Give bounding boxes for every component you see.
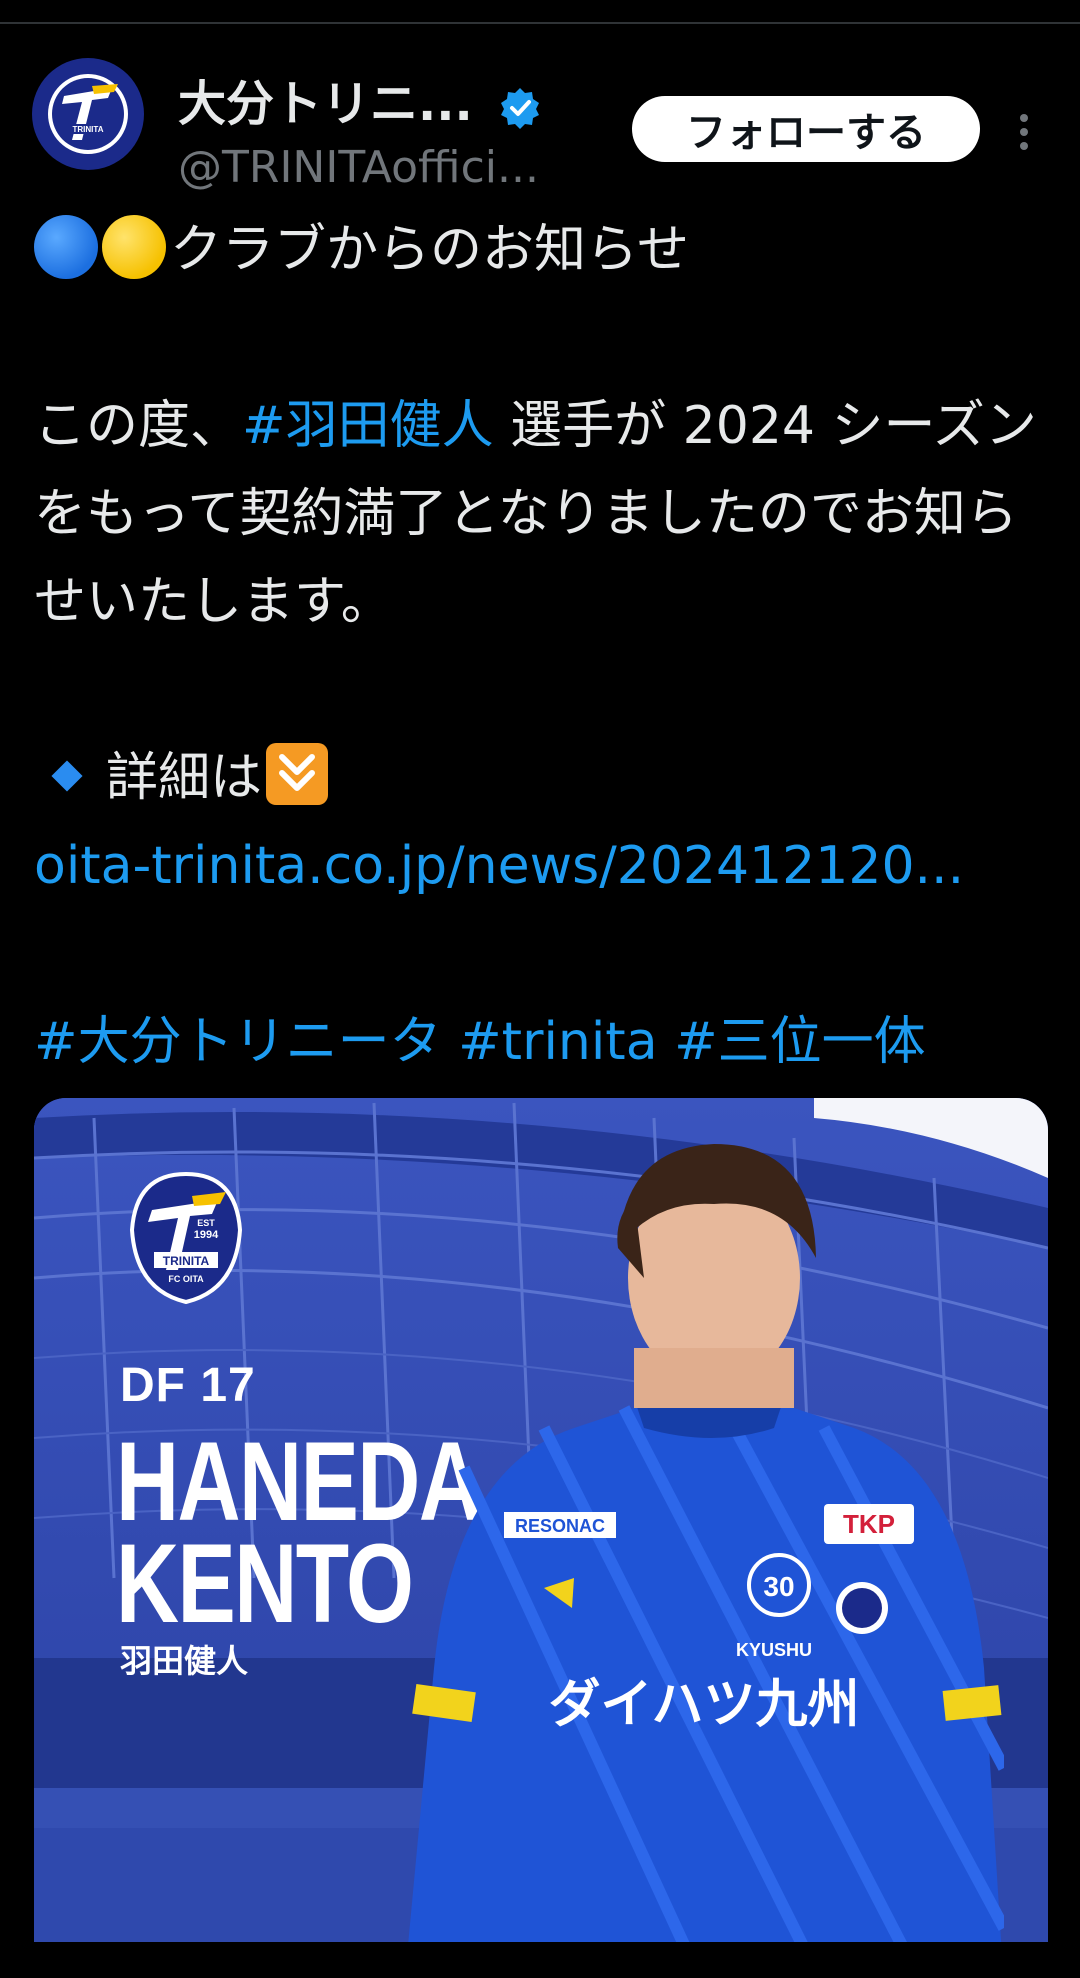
anniversary-badge: 30 (763, 1571, 794, 1602)
jersey-sponsor: ダイハツ九州 (549, 1675, 860, 1735)
blue-circle-icon (34, 215, 98, 279)
crest-year-text: 1994 (194, 1229, 219, 1241)
account-handle[interactable]: @TRINITAoffici... (178, 140, 539, 196)
post-text: クラブからのお知らせ この度、#羽田健人 選手が 2024 シーズンをもって契約… (34, 206, 1044, 1086)
news-link[interactable]: oita-trinita.co.jp/news/202412120... (34, 836, 964, 896)
announcement-title: クラブからのお知らせ (170, 220, 689, 280)
player-name-kanji: 羽田健人 (120, 1642, 249, 1680)
hashtag-trinita[interactable]: #trinita (458, 1012, 657, 1072)
announcement-paragraph: この度、#羽田健人 選手が 2024 シーズンをもって契約満了となりましたのでお… (34, 382, 1044, 646)
para-prefix: この度、 (34, 396, 243, 456)
link-line: oita-trinita.co.jp/news/202412120... (34, 822, 1044, 910)
small-blue-diamond-icon (51, 760, 83, 792)
yellow-circle-icon (102, 215, 166, 279)
trinita-crest-logo: TRINITA EST 1994 FC OITA (129, 1171, 243, 1305)
trinita-crest-icon: TRINITA (34, 60, 142, 168)
player-photo: RESONAC TKP 30 KYUSHU ダイハツ九州 (404, 1144, 1004, 1978)
verified-badge-icon (501, 88, 539, 129)
post-image[interactable]: TRINITA EST 1994 FC OITA DF 17 HANEDA KE… (34, 1098, 1048, 1978)
crest-est-text: EST (197, 1218, 215, 1228)
sponsor-resonac: RESONAC (515, 1516, 605, 1536)
announcement-line: クラブからのお知らせ (34, 206, 1044, 294)
avatar[interactable]: TRINITA (32, 58, 144, 170)
player-position-number: DF 17 (120, 1359, 256, 1412)
account-name[interactable]: 大分トリニ... (178, 74, 473, 134)
top-divider (0, 22, 1080, 24)
hashtag-line: #大分トリニータ #trinita #三位一体 (34, 998, 1044, 1086)
fast-down-button-icon (266, 743, 329, 805)
crest-fcoita-text: FC OITA (168, 1274, 204, 1284)
crest-trinita-text: TRINITA (163, 1254, 210, 1268)
follow-button[interactable]: フォローする (632, 96, 980, 162)
post-header: TRINITA 大分トリニ... @TRINITAoffici... フォローす… (0, 30, 1080, 193)
detail-label: 詳細は (106, 748, 263, 808)
bottom-strip (0, 1942, 1080, 1978)
sponsor-kyushu: KYUSHU (736, 1640, 812, 1660)
player-last-name: KENTO (116, 1521, 414, 1646)
svg-text:TRINITA: TRINITA (73, 125, 104, 134)
hashtag-oita-trinita[interactable]: #大分トリニータ (34, 1012, 442, 1072)
detail-line: 詳細は (34, 734, 1044, 822)
more-options-icon[interactable] (1012, 112, 1036, 152)
hashtag-player[interactable]: #羽田健人 (242, 396, 494, 456)
hashtag-sanmi-ittai[interactable]: #三位一体 (674, 1012, 926, 1072)
sponsor-tkp: TKP (843, 1509, 895, 1539)
